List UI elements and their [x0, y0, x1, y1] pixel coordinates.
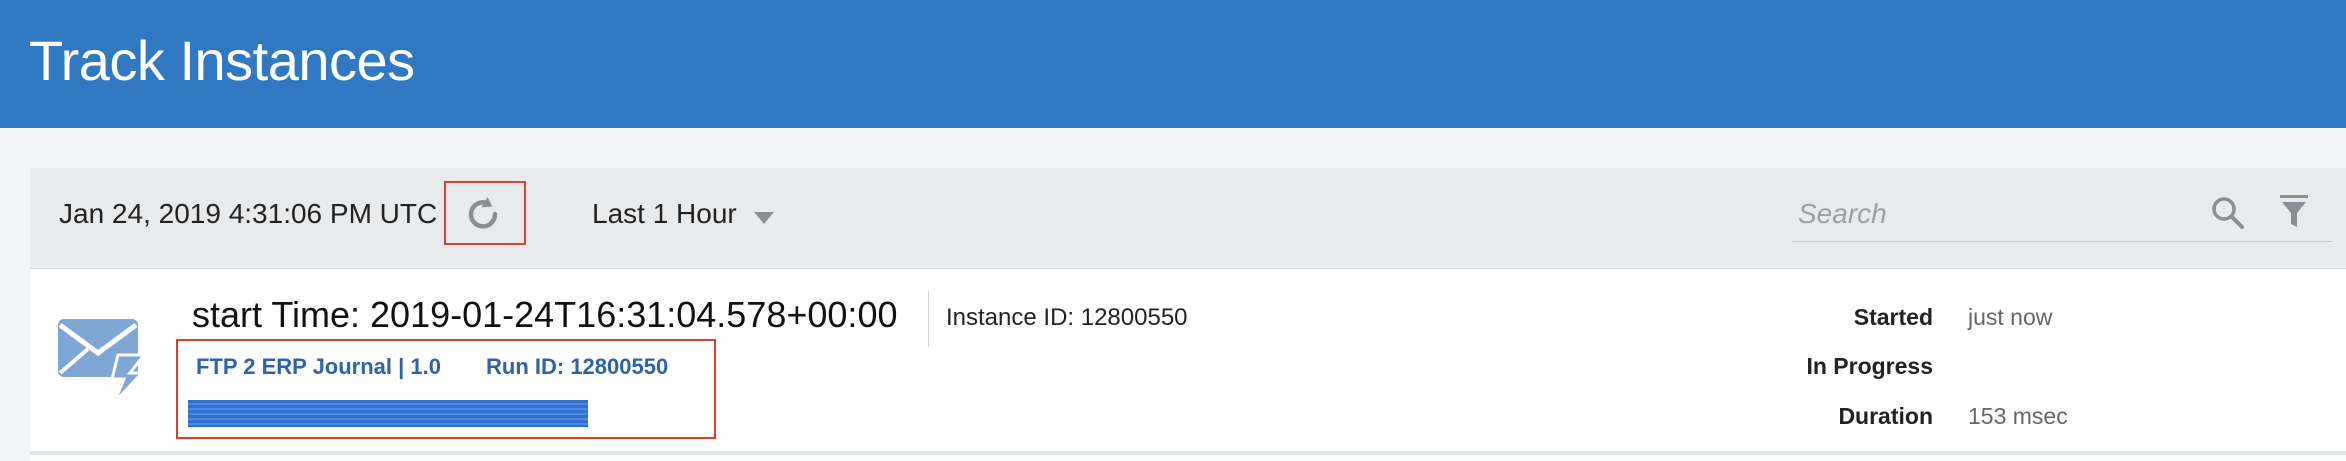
integration-name-link[interactable]: FTP 2 ERP Journal | 1.0 — [196, 354, 441, 380]
duration-label: Duration — [1838, 403, 1933, 429]
instance-id: Instance ID: 12800550 — [946, 304, 1188, 331]
instance-row[interactable]: start Time: 2019-01-24T16:31:04.578+00:0… — [30, 268, 2346, 461]
started-label: Started — [1853, 304, 1933, 330]
toolbar: Jan 24, 2019 4:31:06 PM UTC Last 1 Hour — [30, 168, 2346, 268]
envelope-lightning-icon — [58, 319, 146, 403]
row-divider — [30, 451, 2346, 455]
chevron-down-icon[interactable] — [754, 212, 774, 224]
duration-value: 153 msec — [1968, 403, 2068, 429]
search-field — [1792, 182, 2332, 242]
page-header: Track Instances — [0, 0, 2346, 128]
time-range-select[interactable]: Last 1 Hour — [592, 198, 737, 230]
instance-start-time: start Time: 2019-01-24T16:31:04.578+00:0… — [192, 294, 898, 335]
started-value: just now — [1968, 304, 2053, 330]
search-icon[interactable] — [2211, 196, 2245, 230]
page-title: Track Instances — [29, 29, 415, 92]
refresh-button[interactable] — [444, 181, 526, 245]
filter-icon[interactable] — [2279, 194, 2309, 230]
last-refresh-timestamp: Jan 24, 2019 4:31:06 PM UTC — [59, 198, 438, 229]
run-id-link[interactable]: Run ID: 12800550 — [486, 354, 668, 380]
divider — [928, 291, 929, 347]
status-label: In Progress — [1806, 353, 1933, 379]
refresh-icon — [468, 197, 498, 229]
progress-bar — [188, 400, 588, 427]
search-input[interactable] — [1796, 196, 2160, 232]
